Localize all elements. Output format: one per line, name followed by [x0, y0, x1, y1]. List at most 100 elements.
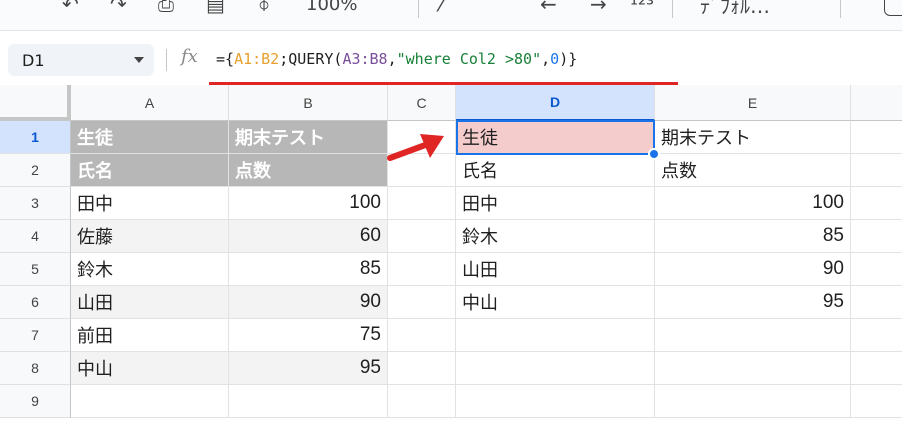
- cell-a8[interactable]: 中山: [71, 352, 229, 385]
- column-header-f[interactable]: [851, 85, 902, 121]
- cell-c9[interactable]: [388, 385, 456, 418]
- cell-e6[interactable]: 95: [655, 286, 851, 319]
- column-header-d[interactable]: D: [456, 85, 655, 121]
- cell-a2[interactable]: 氏名: [71, 154, 229, 187]
- name-box[interactable]: D1: [8, 44, 154, 76]
- cell-f6[interactable]: [851, 286, 902, 319]
- row-header-4[interactable]: 4: [0, 220, 71, 253]
- cell-d3[interactable]: 田中: [456, 187, 655, 220]
- cell-e4[interactable]: 85: [655, 220, 851, 253]
- cell-c5[interactable]: [388, 253, 456, 286]
- cell-d2[interactable]: 氏名: [456, 154, 655, 187]
- redo-icon[interactable]: ↷: [110, 0, 127, 20]
- cell-c3[interactable]: [388, 187, 456, 220]
- toolbar-divider: [418, 0, 419, 18]
- paint-format-icon[interactable]: ▤: [206, 0, 225, 20]
- cell-b9[interactable]: [229, 385, 388, 418]
- cell-b5[interactable]: 85: [229, 253, 388, 286]
- column-header-a[interactable]: A: [71, 85, 229, 121]
- cell-e9[interactable]: [655, 385, 851, 418]
- cell-c4[interactable]: [388, 220, 456, 253]
- undo-icon[interactable]: ↶: [62, 0, 79, 20]
- toolbar-divider: [672, 0, 673, 18]
- cell-b3[interactable]: 100: [229, 187, 388, 220]
- formula-range-ref: A3:B8: [342, 50, 388, 68]
- formula-input[interactable]: ={A1:B2;QUERY(A3:B8,"where Col2 >80",0)}: [216, 50, 577, 68]
- cell-f9[interactable]: [851, 385, 902, 418]
- cell-b4[interactable]: 60: [229, 220, 388, 253]
- cell-f1[interactable]: [851, 121, 902, 154]
- formula-token: ;QUERY(: [279, 50, 343, 68]
- cell-b1[interactable]: 期末テスト: [229, 121, 388, 154]
- font-size-box[interactable]: [884, 0, 902, 16]
- cell-a7[interactable]: 前田: [71, 319, 229, 352]
- formula-token: ={: [216, 50, 235, 68]
- cell-e7[interactable]: [655, 319, 851, 352]
- column-header-b[interactable]: B: [229, 85, 388, 121]
- row-header-7[interactable]: 7: [0, 319, 71, 352]
- cell-e2[interactable]: 点数: [655, 154, 851, 187]
- cell-b6[interactable]: 90: [229, 286, 388, 319]
- formula-bar: D1 fx ={A1:B2;QUERY(A3:B8,"where Col2 >8…: [0, 30, 902, 86]
- formula-range-ref: A1:B2: [234, 50, 280, 68]
- cell-a1[interactable]: 生徒: [71, 121, 229, 154]
- fx-icon: fx: [181, 46, 198, 67]
- column-header-c[interactable]: C: [388, 85, 456, 121]
- fill-handle[interactable]: [648, 148, 660, 160]
- cell-a4[interactable]: 佐藤: [71, 220, 229, 253]
- formula-bar-divider: [166, 49, 167, 71]
- cell-e5[interactable]: 90: [655, 253, 851, 286]
- select-all-corner[interactable]: [0, 85, 71, 121]
- row-header-5[interactable]: 5: [0, 253, 71, 286]
- cell-f4[interactable]: [851, 220, 902, 253]
- column-header-e[interactable]: E: [655, 85, 851, 121]
- zoom-select[interactable]: 100%: [306, 0, 357, 20]
- number-format-icon[interactable]: ¹²³: [630, 0, 654, 20]
- decrease-decimal-icon[interactable]: ←: [540, 0, 557, 20]
- cell-e1[interactable]: 期末テスト: [655, 121, 851, 154]
- toolbar: ↶ ↷ ⎙ ▤ ⌽ 100% ⁄ ← → ¹²³ ﾃﾞﾌｫﾙ…: [0, 0, 902, 30]
- cell-f3[interactable]: [851, 187, 902, 220]
- cell-d6[interactable]: 中山: [456, 286, 655, 319]
- formula-token: ,: [541, 50, 551, 68]
- cell-f5[interactable]: [851, 253, 902, 286]
- row-header-3[interactable]: 3: [0, 187, 71, 220]
- cell-b2[interactable]: 点数: [229, 154, 388, 187]
- row-header-1[interactable]: 1: [0, 121, 71, 154]
- cell-f7[interactable]: [851, 319, 902, 352]
- cell-e8[interactable]: [655, 352, 851, 385]
- annotation-arrow-icon: [387, 134, 444, 161]
- cell-d8[interactable]: [456, 352, 655, 385]
- cell-c8[interactable]: [388, 352, 456, 385]
- formula-token: ,: [387, 50, 397, 68]
- cell-a5[interactable]: 鈴木: [71, 253, 229, 286]
- cell-c7[interactable]: [388, 319, 456, 352]
- cell-c6[interactable]: [388, 286, 456, 319]
- cell-b8[interactable]: 95: [229, 352, 388, 385]
- cell-f8[interactable]: [851, 352, 902, 385]
- chevron-down-icon[interactable]: [134, 57, 144, 63]
- cell-b7[interactable]: 75: [229, 319, 388, 352]
- cell-d7[interactable]: [456, 319, 655, 352]
- row-header-6[interactable]: 6: [0, 286, 71, 319]
- row-header-8[interactable]: 8: [0, 352, 71, 385]
- cell-f2[interactable]: [851, 154, 902, 187]
- currency-icon[interactable]: ⁄: [440, 0, 443, 20]
- cell-a3[interactable]: 田中: [71, 187, 229, 220]
- print-icon[interactable]: ⎙: [158, 0, 174, 20]
- cell-e3[interactable]: 100: [655, 187, 851, 220]
- cell-d9[interactable]: [456, 385, 655, 418]
- spreadsheet-grid: A B C D E 1 2 3 4 5 6 7 8 9 生徒 期末テスト 生徒 …: [0, 85, 902, 427]
- row-header-2[interactable]: 2: [0, 154, 71, 187]
- font-select[interactable]: ﾃﾞﾌｫﾙ…: [700, 0, 770, 20]
- increase-decimal-icon[interactable]: →: [590, 0, 607, 20]
- cell-d4[interactable]: 鈴木: [456, 220, 655, 253]
- cell-d5[interactable]: 山田: [456, 253, 655, 286]
- active-cell-selection: [456, 120, 655, 155]
- row-header-9[interactable]: 9: [0, 385, 71, 418]
- formula-string: "where Col2 >80": [396, 50, 542, 68]
- cell-a6[interactable]: 山田: [71, 286, 229, 319]
- format-paint-icon[interactable]: ⌽: [258, 0, 270, 20]
- cell-a9[interactable]: [71, 385, 229, 418]
- formula-token: )}: [559, 50, 578, 68]
